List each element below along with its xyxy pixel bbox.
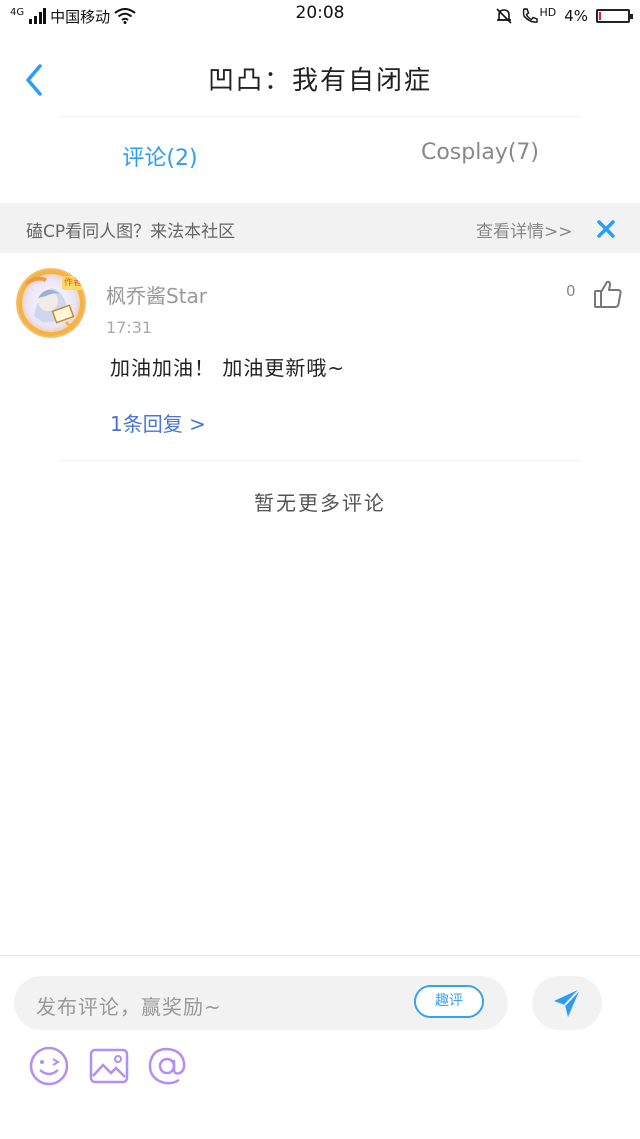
back-button[interactable] bbox=[18, 58, 54, 102]
avatar[interactable]: 作者 bbox=[16, 268, 86, 338]
emoji-icon bbox=[29, 1046, 69, 1086]
fun-comment-button[interactable]: 趣评 bbox=[414, 985, 484, 1018]
comment-input-placeholder: 发布评论，赢奖励~ bbox=[36, 995, 222, 1019]
emoji-button[interactable] bbox=[27, 1044, 71, 1088]
no-more-comments: 暂无更多评论 bbox=[254, 491, 386, 515]
thumbs-up-icon bbox=[594, 280, 622, 308]
comment-divider bbox=[60, 460, 580, 461]
bell-muted-icon bbox=[496, 8, 513, 24]
banner-text: 磕CP看同人图？来法本社区 bbox=[26, 222, 236, 242]
send-button[interactable] bbox=[532, 976, 602, 1030]
battery-level bbox=[599, 12, 601, 20]
community-banner: 磕CP看同人图？来法本社区 查看详情>> bbox=[0, 203, 640, 253]
tab-cosplay[interactable]: Cosplay(7) bbox=[380, 140, 580, 180]
image-button[interactable] bbox=[87, 1044, 131, 1088]
phone-hd-icon bbox=[523, 8, 539, 23]
like-button[interactable] bbox=[592, 278, 624, 310]
mention-button[interactable] bbox=[145, 1044, 189, 1088]
banner-close-button[interactable] bbox=[592, 213, 620, 243]
close-icon bbox=[597, 220, 615, 238]
tab-comments[interactable]: 评论(2) bbox=[60, 140, 260, 180]
status-right: HD 4% bbox=[495, 4, 633, 28]
send-icon bbox=[554, 988, 581, 1017]
banner-details-link[interactable]: 查看详情>> bbox=[476, 217, 573, 242]
like-count: 0 bbox=[566, 282, 576, 300]
comment-text: 加油加油！ 加油更新哦~ bbox=[110, 356, 346, 380]
at-icon bbox=[148, 1047, 186, 1085]
image-icon bbox=[89, 1048, 129, 1084]
comment-time: 17:31 bbox=[106, 318, 153, 337]
chevron-left-icon bbox=[26, 64, 42, 96]
replies-link[interactable]: 1条回复 > bbox=[110, 408, 206, 437]
comment-input[interactable]: 发布评论，赢奖励~ 趣评 bbox=[14, 976, 508, 1030]
comment-composer: 发布评论，赢奖励~ 趣评 bbox=[0, 955, 640, 1139]
battery-icon bbox=[596, 9, 633, 23]
battery-percent: 4% bbox=[564, 7, 588, 25]
page-title: 凹凸：我有自闭症 bbox=[207, 66, 432, 96]
header-divider bbox=[60, 116, 580, 117]
hd-label: HD bbox=[539, 5, 557, 19]
comment-username[interactable]: 枫乔酱Star bbox=[106, 280, 207, 309]
author-badge: 作者 bbox=[64, 278, 83, 288]
status-bar: 4G 中国移动 20:08 HD 4% bbox=[0, 0, 640, 32]
